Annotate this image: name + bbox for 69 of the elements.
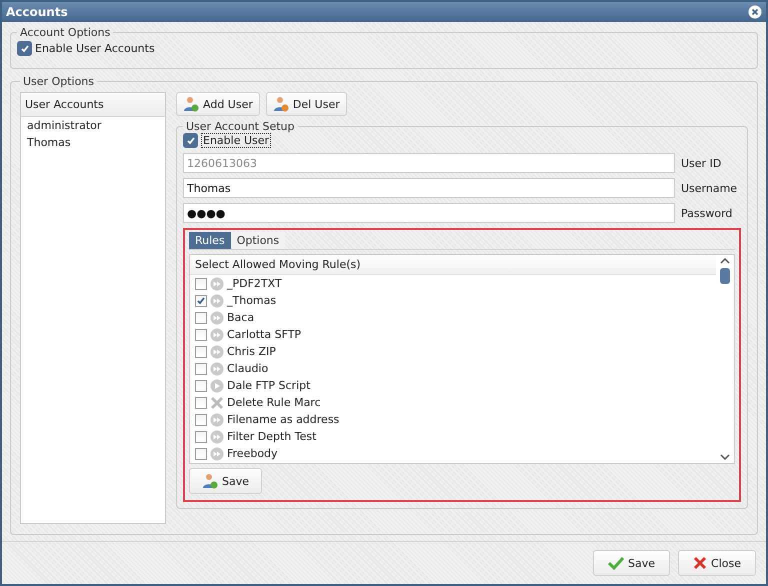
- checkbox[interactable]: [195, 448, 207, 460]
- close-icon[interactable]: [748, 5, 762, 19]
- scroll-down-icon[interactable]: [720, 454, 730, 460]
- tab[interactable]: Options: [230, 232, 286, 249]
- checkbox[interactable]: [195, 362, 207, 374]
- fast-forward-icon: [210, 412, 224, 426]
- checkmark-icon: [186, 136, 196, 146]
- fast-forward-icon: [210, 310, 224, 324]
- rule-label: Claudio: [227, 362, 268, 375]
- group-legend: Account Options: [17, 26, 114, 39]
- fast-forward-icon: [210, 446, 224, 460]
- checkbox[interactable]: [195, 414, 207, 426]
- fast-forward-icon: [210, 276, 224, 290]
- input-field[interactable]: Thomas: [183, 178, 675, 198]
- input-field[interactable]: ●●●●: [183, 203, 675, 223]
- field-label: Username: [681, 182, 738, 194]
- rule-label: Chris ZIP: [227, 345, 276, 358]
- group-legend: User Options: [20, 75, 98, 88]
- user-add-icon: [183, 96, 199, 112]
- save-button[interactable]: Save: [189, 468, 262, 494]
- fast-forward-icon: [210, 362, 224, 376]
- play-icon: [210, 378, 224, 392]
- close-button[interactable]: Close: [678, 550, 756, 576]
- rule-label: _Thomas: [227, 294, 276, 307]
- rule-label: _PDF2TXT: [227, 277, 282, 290]
- group-legend: User Account Setup: [183, 120, 298, 133]
- rule-label: Filename as address: [227, 413, 340, 426]
- rule-label: Filter Depth Test: [227, 430, 316, 443]
- list-header: Select Allowed Moving Rule(s): [190, 255, 716, 275]
- list-item[interactable]: Thomas: [21, 134, 165, 151]
- checkmark-icon: [196, 296, 206, 306]
- list-item[interactable]: administrator: [21, 117, 165, 134]
- checkbox[interactable]: [195, 346, 207, 358]
- checkbox[interactable]: [183, 133, 198, 148]
- rule-label: Delete Rule Marc: [227, 396, 321, 409]
- fast-forward-icon: [210, 430, 224, 444]
- checkmark-icon: [20, 44, 30, 54]
- tab[interactable]: Rules: [189, 232, 231, 249]
- delete-user-button[interactable]: Del User: [266, 92, 347, 116]
- checkmark-icon: [608, 556, 624, 570]
- fast-forward-icon: [210, 344, 224, 358]
- checkbox[interactable]: [195, 312, 207, 324]
- checkbox[interactable]: [195, 430, 207, 442]
- user-remove-icon: [272, 96, 289, 112]
- checkbox[interactable]: [195, 396, 207, 408]
- checkbox[interactable]: [195, 380, 207, 392]
- list-header: User Accounts: [21, 93, 165, 117]
- rule-label: Carlotta SFTP: [227, 328, 302, 341]
- checkbox[interactable]: [17, 41, 32, 56]
- rule-label: Dale FTP Script: [227, 379, 310, 392]
- field-label: User ID: [681, 156, 722, 170]
- save-button[interactable]: Save: [593, 550, 670, 576]
- window-title: Accounts: [6, 5, 68, 19]
- fast-forward-icon: [210, 294, 224, 308]
- field-label: Password: [681, 206, 734, 220]
- checkbox[interactable]: [195, 328, 207, 340]
- checkbox[interactable]: [195, 294, 207, 306]
- checkbox[interactable]: [195, 278, 207, 290]
- checkbox-label: Enable User: [201, 133, 272, 148]
- fast-forward-icon: [210, 328, 224, 342]
- scroll-thumb[interactable]: [720, 268, 730, 284]
- close-icon: [693, 556, 708, 570]
- rule-label: Baca: [227, 311, 254, 324]
- user-add-icon: [202, 473, 218, 489]
- add-user-button[interactable]: Add User: [176, 92, 260, 116]
- rule-label: Freebody: [227, 447, 278, 460]
- cross-icon: [210, 396, 224, 410]
- checkbox-label: Enable User Accounts: [35, 42, 155, 55]
- scroll-up-icon[interactable]: [720, 258, 730, 264]
